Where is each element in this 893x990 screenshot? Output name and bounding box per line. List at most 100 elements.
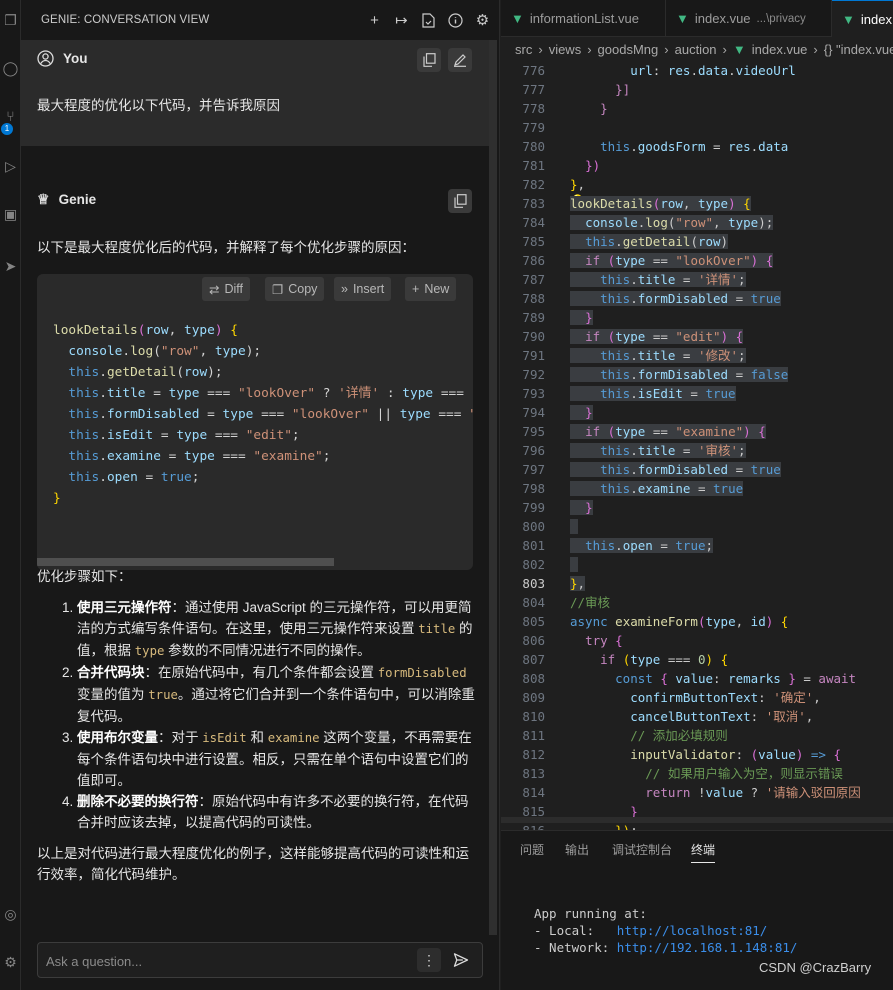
chevron-right-icon: › bbox=[813, 42, 818, 57]
line-number: 798 bbox=[522, 481, 545, 496]
line-number: 792 bbox=[522, 367, 545, 382]
tab-terminal[interactable]: 终端 bbox=[691, 841, 716, 863]
line-number: 813 bbox=[522, 766, 545, 781]
line-number: 794 bbox=[522, 405, 545, 420]
chevron-right-icon: › bbox=[587, 42, 592, 57]
line-number: 804 bbox=[522, 595, 545, 610]
line-number: 785 bbox=[522, 234, 545, 249]
breadcrumb-item[interactable]: {} "index.vue" bbox=[824, 42, 893, 57]
line-number: 803 bbox=[522, 576, 545, 591]
ask-question-box: ⋮ bbox=[37, 942, 483, 978]
line-number: 782 bbox=[522, 177, 545, 192]
line-number: 801 bbox=[522, 538, 545, 553]
line-number: 799 bbox=[522, 500, 545, 515]
local-url-link[interactable]: http://localhost:81/ bbox=[617, 923, 768, 938]
manage-gear-icon[interactable]: ⚙ bbox=[0, 954, 21, 976]
insert-code-button[interactable]: » Insert bbox=[334, 277, 392, 301]
send-button[interactable] bbox=[449, 948, 473, 972]
chat-vertical-scrollbar[interactable] bbox=[489, 40, 497, 935]
code-horizontal-scrollbar[interactable] bbox=[37, 558, 334, 566]
line-number: 779 bbox=[522, 120, 545, 135]
copy-response-button[interactable] bbox=[448, 189, 472, 213]
optimized-code: lookDetails(row, type) { console.log("ro… bbox=[53, 323, 473, 506]
tab-output[interactable]: 输出 bbox=[565, 841, 589, 863]
ask-question-input[interactable] bbox=[46, 951, 406, 971]
breadcrumb-item[interactable]: auction bbox=[675, 42, 717, 57]
code-text[interactable]: url: res.data.videoUrl }] } this.goodsFo… bbox=[570, 61, 893, 840]
vue-file-icon: ▼ bbox=[842, 11, 855, 27]
vue-file-icon: ▼ bbox=[511, 11, 524, 26]
line-number: 795 bbox=[522, 424, 545, 439]
optimization-steps: 优化步骤如下： 使用三元操作符：通过使用 JavaScript 的三元操作符，可… bbox=[37, 566, 477, 885]
steps-list: 使用三元操作符：通过使用 JavaScript 的三元操作符，可以用更简洁的方式… bbox=[37, 597, 477, 833]
line-number: 780 bbox=[522, 139, 545, 154]
diff-button[interactable]: ⇄ Diff bbox=[202, 277, 251, 301]
diff-icon: ⇄ bbox=[209, 282, 220, 297]
tab-informationlist[interactable]: ▼ informationList.vue bbox=[501, 0, 666, 37]
line-number: 783 bbox=[522, 196, 545, 211]
arrow-right-icon[interactable]: ↦ bbox=[393, 12, 410, 29]
line-number: 797 bbox=[522, 462, 545, 477]
tab-problems[interactable]: 问题 bbox=[520, 841, 544, 863]
step-item: 合并代码块：在原始代码中，有几个条件都会设置 formDisabled 变量的值… bbox=[77, 662, 477, 727]
breadcrumb-item[interactable]: src bbox=[515, 42, 532, 57]
tab-index-privacy[interactable]: ▼ index.vue ...\privacy bbox=[666, 0, 832, 37]
line-number: 805 bbox=[522, 614, 545, 629]
line-number: 793 bbox=[522, 386, 545, 401]
breadcrumb-item[interactable]: goodsMng bbox=[598, 42, 659, 57]
terminal-output[interactable]: App running at: - Local: http://localhos… bbox=[534, 905, 797, 956]
copy-message-button[interactable] bbox=[417, 48, 441, 72]
genie-author-label: Genie bbox=[58, 192, 97, 207]
line-number: 811 bbox=[522, 728, 545, 743]
chevron-right-icon: › bbox=[538, 42, 543, 57]
tab-index-active[interactable]: ▼index.vue bbox=[832, 0, 893, 37]
line-number: 776 bbox=[522, 63, 545, 78]
line-number: 786 bbox=[522, 253, 545, 268]
vue-file-icon: ▼ bbox=[676, 11, 689, 26]
genie-icon[interactable]: ➤ bbox=[0, 258, 21, 280]
search-icon[interactable]: ◯ bbox=[0, 60, 21, 82]
tab-debug-console[interactable]: 调试控制台 bbox=[612, 841, 672, 863]
line-number: 796 bbox=[522, 443, 545, 458]
network-url-link[interactable]: http://192.168.1.148:81/ bbox=[617, 940, 798, 955]
more-options-button[interactable]: ⋮ bbox=[417, 948, 441, 972]
editor-horizontal-scrollbar[interactable] bbox=[501, 817, 893, 823]
line-number: 778 bbox=[522, 101, 545, 116]
settings-gear-icon[interactable]: ⚙ bbox=[474, 12, 491, 29]
breadcrumb-item[interactable]: views bbox=[549, 42, 582, 57]
breadcrumb-item[interactable]: index.vue bbox=[752, 42, 808, 57]
new-file-button[interactable]: + New bbox=[405, 277, 457, 301]
extensions-icon[interactable]: ▣ bbox=[0, 206, 21, 228]
export-file-icon[interactable] bbox=[420, 12, 437, 29]
line-number: 788 bbox=[522, 291, 545, 306]
line-number: 808 bbox=[522, 671, 545, 686]
line-number: 812 bbox=[522, 747, 545, 762]
user-author-label: You bbox=[63, 51, 88, 66]
line-number: 781 bbox=[522, 158, 545, 173]
explorer-icon[interactable]: ❐ bbox=[0, 12, 21, 34]
user-author: You bbox=[37, 50, 88, 67]
breadcrumb: src › views › goodsMng › auction › ▼ index.vu… bbox=[515, 40, 893, 59]
conversation-scroll[interactable]: You 最大程度的优化以下代码，并告诉我原因 ♕ Genie 以下是最大程度优化… bbox=[21, 40, 499, 940]
activity-bar: ❐ ◯ ⑂ 1 ▷ ▣ ➤ ◎ ⚙ bbox=[0, 0, 21, 990]
copy-icon bbox=[422, 53, 436, 67]
send-icon bbox=[453, 953, 469, 967]
genie-lamp-icon: ♕ bbox=[37, 191, 50, 207]
info-icon[interactable] bbox=[447, 12, 464, 29]
user-message-block: You 最大程度的优化以下代码，并告诉我原因 bbox=[21, 40, 489, 146]
step-item: 使用布尔变量：对于 isEdit 和 examine 这两个变量，不再需要在每个… bbox=[77, 727, 477, 791]
line-number: 777 bbox=[522, 82, 545, 97]
plus-icon[interactable]: + bbox=[366, 12, 383, 29]
more-vertical-icon: ⋮ bbox=[422, 951, 436, 968]
genie-chat-panel: GENIE: CONVERSATION VIEW + ↦ ⚙ You 最大程度的… bbox=[21, 0, 500, 990]
source-control-badge: 1 bbox=[1, 123, 13, 135]
edit-message-button[interactable] bbox=[448, 48, 472, 72]
run-debug-icon[interactable]: ▷ bbox=[0, 158, 21, 180]
edit-pencil-icon bbox=[454, 54, 466, 67]
account-icon[interactable]: ◎ bbox=[0, 906, 21, 928]
genie-intro-text: 以下是最大程度优化后的代码，并解释了每个优化步骤的原因： bbox=[37, 240, 415, 255]
line-number: 789 bbox=[522, 310, 545, 325]
line-number: 802 bbox=[522, 557, 545, 572]
step-item: 使用三元操作符：通过使用 JavaScript 的三元操作符，可以用更简洁的方式… bbox=[77, 597, 477, 662]
copy-code-button[interactable]: ❐ Copy bbox=[265, 277, 325, 301]
